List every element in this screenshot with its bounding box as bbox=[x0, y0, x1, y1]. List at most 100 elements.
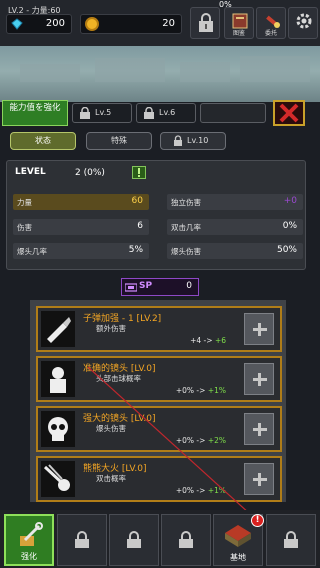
scene-banner bbox=[0, 46, 320, 102]
skill-card: 熊熊大火 [LV.0] 双击概率 +0% -> +1% bbox=[36, 456, 282, 502]
lock-icon bbox=[199, 13, 213, 32]
gear-icon bbox=[296, 13, 312, 29]
coin-counter: 20 bbox=[80, 14, 182, 34]
stat-subtabs: 状态 特殊 Lv.10 bbox=[0, 130, 320, 152]
close-icon bbox=[279, 103, 299, 123]
stat-row-damage: 伤害 6 bbox=[13, 219, 149, 235]
base-alert-badge: ! bbox=[251, 514, 264, 527]
tab-locked-label: Lv.5 bbox=[95, 108, 112, 117]
stat-label: 力量 bbox=[17, 198, 32, 207]
stat-value: 6 bbox=[137, 221, 143, 231]
locked-hud-button[interactable] bbox=[190, 7, 220, 39]
nav-strengthen[interactable]: 强化 bbox=[4, 514, 54, 566]
tab-locked-label: Lv.6 bbox=[159, 108, 176, 117]
sp-value: 0 bbox=[186, 281, 192, 291]
skill-delta-to: +2% bbox=[207, 436, 226, 445]
commission-label: 委托 bbox=[264, 30, 277, 37]
stat-value: 0% bbox=[282, 221, 297, 231]
lock-icon bbox=[284, 531, 298, 548]
skill-card: 子弹加强 - 1 [LV.2] 额外伤害 +4 -> +6 bbox=[36, 306, 282, 352]
skill-card: 准确的镜头 [LV.0] 头部击球概率 +0% -> +1% bbox=[36, 356, 282, 402]
tab-locked-lv5[interactable]: Lv.5 bbox=[72, 103, 132, 123]
stat-label: 独立伤害 bbox=[171, 198, 201, 207]
settings-button[interactable] bbox=[288, 7, 318, 39]
upgrade-button[interactable] bbox=[244, 463, 274, 495]
subtab-status[interactable]: 状态 bbox=[10, 132, 76, 150]
atlas-button[interactable]: 图鉴 bbox=[224, 7, 254, 39]
lock-icon bbox=[144, 107, 154, 119]
tab-locked-lv6[interactable]: Lv.6 bbox=[136, 103, 196, 123]
stat-value: 5% bbox=[128, 245, 143, 255]
exclamation-icon bbox=[138, 168, 140, 177]
stat-label: 双击几率 bbox=[171, 223, 201, 232]
stat-row-headshot-chance: 爆头几率 5% bbox=[13, 243, 149, 259]
skill-desc: 爆头伤害 bbox=[96, 424, 126, 433]
base-building-icon bbox=[225, 525, 251, 547]
coin-icon bbox=[85, 17, 99, 31]
gem-counter: 200 bbox=[6, 14, 72, 34]
lock-icon bbox=[174, 135, 182, 146]
sp-icon bbox=[125, 283, 137, 292]
tab-strengthen-ability[interactable]: 能力值を強化 bbox=[2, 100, 68, 126]
stat-value: +0 bbox=[283, 196, 297, 206]
lock-icon bbox=[127, 531, 141, 548]
skill-card: 强大的镜头 [LV.0] 爆头伤害 +0% -> +2% bbox=[36, 406, 282, 452]
skill-delta-from: +0% bbox=[175, 486, 195, 495]
nav-locked-slot[interactable] bbox=[57, 514, 107, 566]
level-value: 2 (0%) bbox=[75, 168, 105, 178]
upgrade-button[interactable] bbox=[244, 363, 274, 395]
skill-delta: +4 -> +6 bbox=[190, 336, 226, 345]
stat-row-strength: 力量 60 bbox=[13, 194, 149, 210]
skill-points: SP 0 bbox=[121, 278, 199, 296]
head-target-icon bbox=[41, 361, 75, 397]
skill-delta-to: +6 bbox=[214, 336, 226, 345]
skill-desc: 额外伤害 bbox=[96, 324, 126, 333]
stat-row-double-hit-chance: 双击几率 0% bbox=[167, 219, 303, 235]
gem-icon bbox=[11, 18, 23, 30]
close-button[interactable] bbox=[273, 100, 305, 126]
lock-icon bbox=[80, 107, 90, 119]
top-hud: LV.2 - 力量:60 0% 200 20 图鉴 委托 bbox=[0, 0, 320, 46]
level-label: LEVEL bbox=[15, 167, 46, 177]
bullet-icon bbox=[41, 311, 75, 347]
stats-panel: LEVEL 2 (0%) 力量 60 伤害 6 爆头几率 5% 独立伤害 +0 … bbox=[6, 160, 306, 270]
skill-delta-to: +1% bbox=[207, 386, 226, 395]
tab-empty-slot bbox=[200, 103, 266, 123]
level-up-button[interactable] bbox=[132, 166, 146, 179]
bottom-nav: 强化 基地 bbox=[0, 510, 320, 568]
stat-value: 60 bbox=[131, 196, 143, 206]
skill-delta: +0% -> +1% bbox=[175, 386, 226, 395]
subtab-locked-label: Lv.10 bbox=[187, 136, 209, 145]
skill-delta-from: +0% bbox=[175, 386, 195, 395]
skull-icon bbox=[41, 411, 75, 447]
upgrade-button[interactable] bbox=[244, 413, 274, 445]
wrench-icon bbox=[20, 522, 43, 546]
skill-delta: +0% -> +1% bbox=[175, 486, 226, 495]
nav-locked-slot[interactable] bbox=[266, 514, 316, 566]
upgrade-button[interactable] bbox=[244, 313, 274, 345]
stat-row-independent-damage: 独立伤害 +0 bbox=[167, 194, 303, 210]
lock-icon bbox=[179, 531, 193, 548]
subtab-special[interactable]: 特殊 bbox=[86, 132, 152, 150]
atlas-label: 图鉴 bbox=[232, 30, 245, 37]
skill-delta-to: +1% bbox=[207, 486, 226, 495]
sp-label: SP bbox=[139, 281, 153, 291]
stat-value: 50% bbox=[276, 245, 297, 255]
nav-locked-slot[interactable] bbox=[109, 514, 159, 566]
gem-amount: 200 bbox=[45, 18, 65, 29]
commission-button[interactable]: 委托 bbox=[256, 7, 286, 39]
nav-base-label: 基地 bbox=[230, 553, 246, 562]
skill-delta-from: +4 bbox=[190, 336, 202, 345]
skill-desc: 头部击球概率 bbox=[96, 374, 141, 383]
skill-delta: +0% -> +2% bbox=[175, 436, 226, 445]
stat-label: 爆头几率 bbox=[17, 247, 47, 256]
stat-label: 伤害 bbox=[17, 223, 32, 232]
nav-locked-slot[interactable] bbox=[161, 514, 211, 566]
skill-delta-from: +0% bbox=[175, 436, 195, 445]
stat-row-headshot-damage: 爆头伤害 50% bbox=[167, 243, 303, 259]
lock-icon bbox=[75, 531, 89, 548]
subtab-locked-lv10[interactable]: Lv.10 bbox=[160, 132, 226, 150]
coin-amount: 20 bbox=[162, 18, 175, 29]
ability-tabs: 能力值を強化 Lv.5 Lv.6 bbox=[0, 100, 320, 126]
nav-strengthen-label: 强化 bbox=[21, 552, 37, 561]
